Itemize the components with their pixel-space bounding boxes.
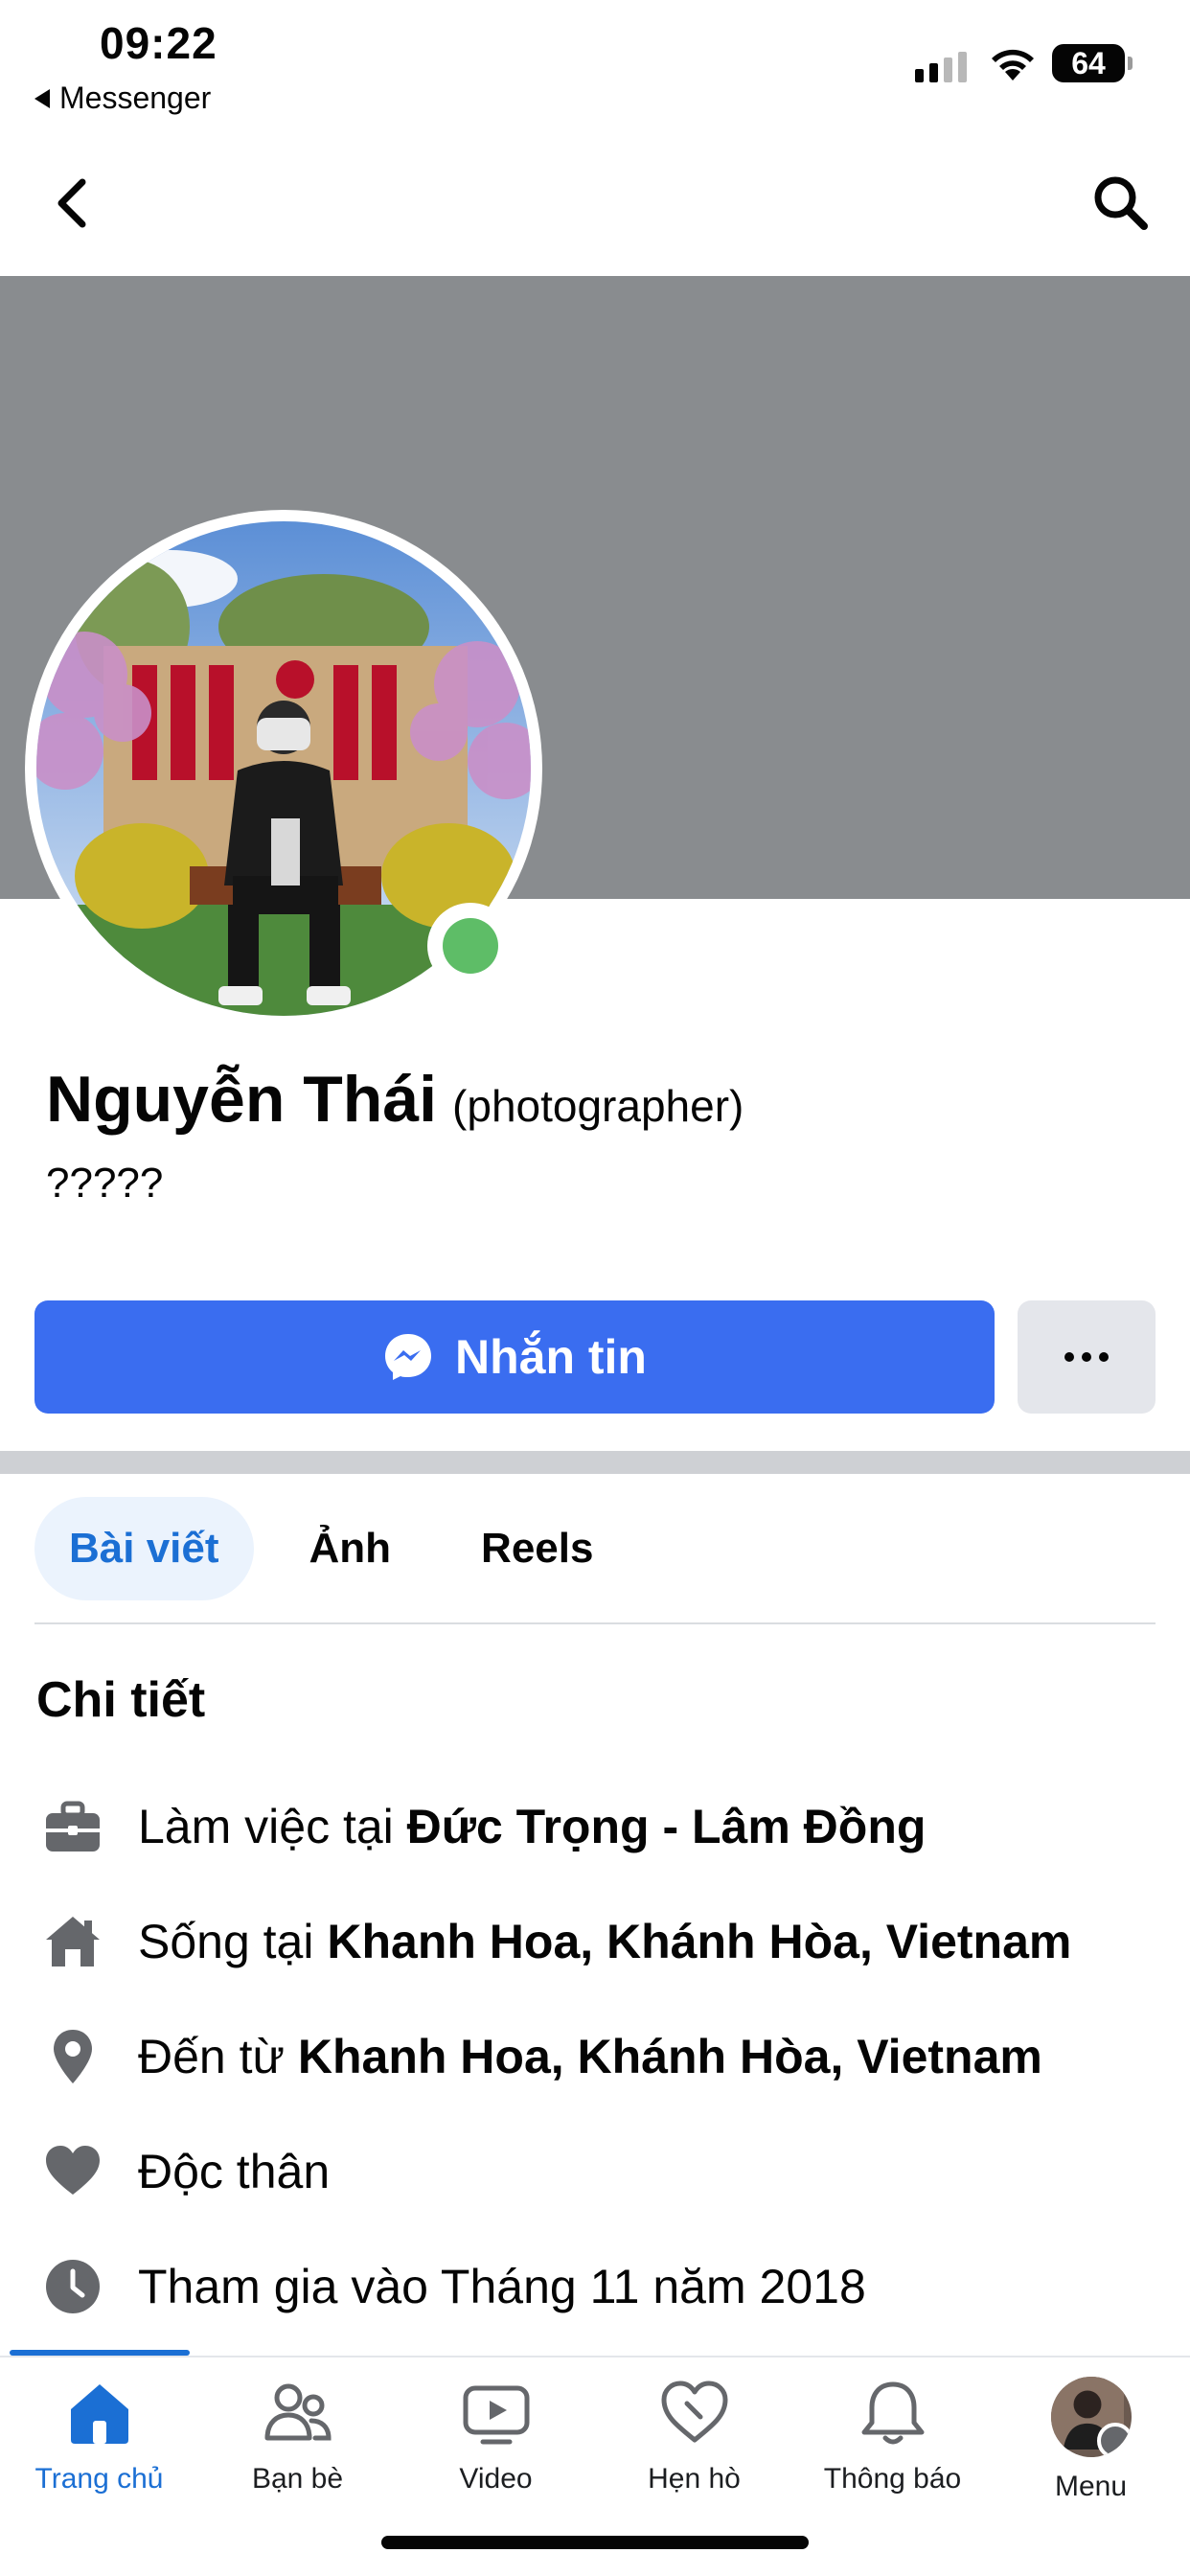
profile-nickname: (photographer)	[452, 1081, 744, 1131]
status-time: 09:22	[100, 18, 217, 68]
tabs-divider	[34, 1622, 1156, 1624]
menu-badge-icon	[1096, 2423, 1132, 2457]
back-app-label: Messenger	[59, 80, 212, 115]
video-icon	[463, 2385, 529, 2445]
detail-joined: Tham gia vào Tháng 11 năm 2018	[42, 2256, 866, 2317]
briefcase-icon	[46, 1801, 100, 1852]
bottom-tab-dating-label: Hẹn hò	[648, 2463, 741, 2495]
bottom-tab-friends[interactable]: Bạn bè	[198, 2377, 397, 2496]
bell-icon	[861, 2381, 924, 2445]
detail-work-prefix: Làm việc tại	[138, 1800, 407, 1853]
more-dot-icon	[1099, 1352, 1109, 1362]
home-indicator	[381, 2536, 809, 2549]
profile-tabs: Bài viết Ảnh Reels	[34, 1497, 628, 1600]
home-icon	[46, 1917, 100, 1966]
friends-icon	[264, 2383, 332, 2441]
message-button-label: Nhắn tin	[455, 1330, 647, 1384]
detail-relationship: Độc thân	[42, 2141, 330, 2202]
detail-work-place[interactable]: Đức Trọng - Lâm Đồng	[407, 1800, 927, 1853]
bottom-tab-notifications[interactable]: Thông báo	[793, 2377, 992, 2496]
cellular-signal-icon	[915, 50, 967, 82]
detail-joined-text: Tham gia vào Tháng 11 năm 2018	[138, 2260, 866, 2313]
detail-relationship-text: Độc thân	[138, 2145, 331, 2198]
detail-from-prefix: Đến từ	[138, 2030, 298, 2083]
detail-from: Đến từ Khanh Hoa, Khánh Hòa, Vietnam	[42, 2026, 1042, 2087]
tab-reels[interactable]: Reels	[446, 1497, 628, 1600]
bottom-tab-dating[interactable]: Hẹn hò	[595, 2377, 793, 2496]
status-bar: 09:22 Messenger 64	[0, 0, 1190, 125]
more-options-button[interactable]	[1018, 1300, 1156, 1414]
battery-indicator: 64	[1052, 44, 1133, 82]
tab-photos[interactable]: Ảnh	[275, 1497, 426, 1600]
nav-bar	[0, 134, 1190, 278]
bottom-tab-home[interactable]: Trang chủ	[0, 2377, 198, 2496]
more-dot-icon	[1082, 1352, 1091, 1362]
more-dot-icon	[1064, 1352, 1074, 1362]
clock-icon	[46, 2260, 100, 2313]
bottom-tab-video[interactable]: Video	[397, 2377, 595, 2496]
messenger-icon	[385, 1334, 431, 1380]
profile-avatar[interactable]	[25, 510, 542, 1027]
details-title: Chi tiết	[36, 1672, 206, 1728]
heart-icon	[46, 2146, 100, 2195]
online-status-dot	[427, 903, 514, 989]
search-icon[interactable]	[1090, 172, 1152, 234]
dating-heart-icon	[661, 2380, 727, 2443]
profile-bio: ?????	[46, 1160, 164, 1207]
bottom-tab-home-label: Trang chủ	[34, 2463, 164, 2495]
profile-name-line: Nguyễn Thái (photographer)	[46, 1062, 744, 1137]
bottom-tab-menu[interactable]: Menu	[992, 2377, 1190, 2503]
location-pin-icon	[54, 2030, 92, 2083]
tab-posts[interactable]: Bài viết	[34, 1497, 254, 1600]
bottom-tab-notifications-label: Thông báo	[823, 2463, 962, 2495]
detail-lives-in: Sống tại Khanh Hoa, Khánh Hòa, Vietnam	[42, 1911, 1071, 1972]
profile-name: Nguyễn Thái	[46, 1063, 438, 1136]
detail-lives-prefix: Sống tại	[138, 1915, 328, 1968]
menu-avatar	[1050, 2377, 1132, 2457]
back-to-app-link[interactable]: Messenger	[34, 80, 211, 116]
section-divider	[0, 1451, 1190, 1474]
bottom-tab-menu-label: Menu	[1054, 2471, 1128, 2502]
chevron-left-icon[interactable]	[48, 172, 94, 234]
detail-work: Làm việc tại Đức Trọng - Lâm Đồng	[42, 1796, 926, 1857]
message-button[interactable]: Nhắn tin	[34, 1300, 995, 1414]
detail-lives-place[interactable]: Khanh Hoa, Khánh Hòa, Vietnam	[327, 1915, 1071, 1968]
bottom-tab-video-label: Video	[459, 2463, 533, 2495]
wifi-icon	[992, 49, 1034, 80]
home-icon	[70, 2384, 128, 2444]
back-triangle-icon	[34, 88, 50, 108]
bottom-tab-friends-label: Bạn bè	[251, 2463, 344, 2495]
detail-from-place[interactable]: Khanh Hoa, Khánh Hòa, Vietnam	[298, 2030, 1042, 2083]
